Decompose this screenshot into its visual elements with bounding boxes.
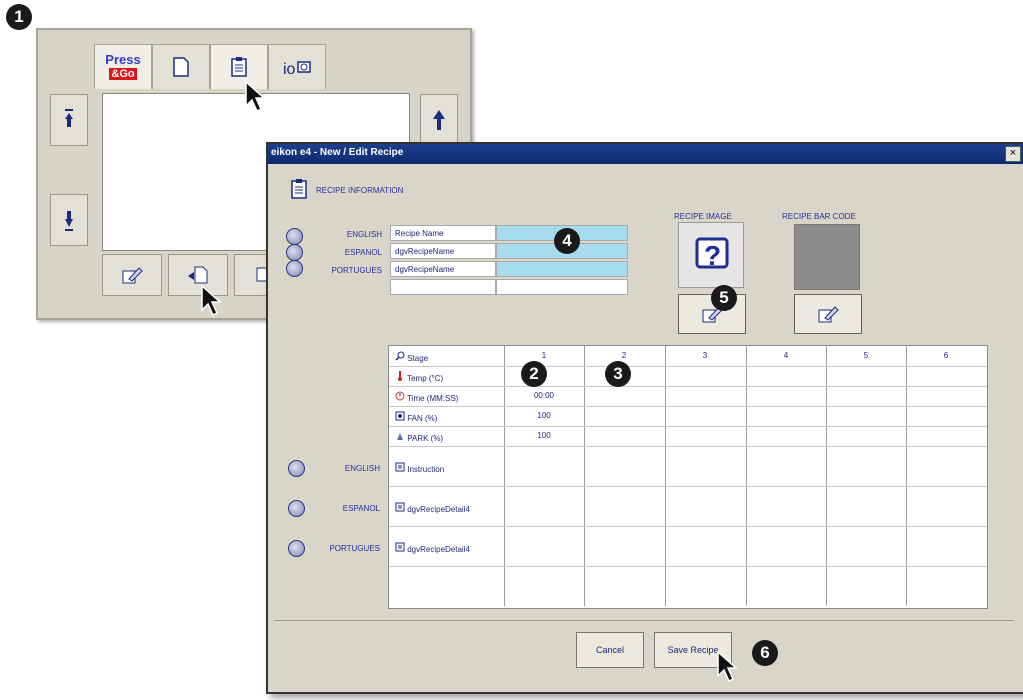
globe-icon[interactable] xyxy=(286,244,303,261)
recipe-image-label: RECIPE IMAGE xyxy=(674,212,732,221)
magnifier-icon xyxy=(395,351,405,361)
clipboard-icon xyxy=(231,57,247,77)
mouse-cursor-icon xyxy=(717,650,738,683)
section-title: RECIPE INFORMATION xyxy=(316,186,404,195)
detail-language-espanol: ESPANOL xyxy=(342,504,380,513)
note-icon xyxy=(395,542,405,552)
recipe-stage-grid: 1 2 3 4 5 6 Stage Temp (°C) Time (MM:SS)… xyxy=(388,345,988,609)
note-icon xyxy=(395,462,405,472)
globe-icon[interactable] xyxy=(286,228,303,245)
cancel-button[interactable]: Cancel xyxy=(576,632,644,668)
callout-5-badge: 5 xyxy=(711,285,737,311)
detail-language-portugues: PORTUGUES xyxy=(329,544,380,553)
column-header: 1 xyxy=(541,351,547,360)
detail-language-english: ENGLISH xyxy=(344,464,380,473)
clipboard-icon xyxy=(291,179,307,199)
column-header: 6 xyxy=(943,351,949,360)
move-top-button[interactable] xyxy=(50,94,88,146)
recipe-barcode-label: RECIPE BAR CODE xyxy=(782,212,856,221)
move-to-bottom-icon xyxy=(65,211,73,231)
callout-1-badge: 1 xyxy=(6,4,32,30)
move-up-button[interactable] xyxy=(420,94,458,146)
tab-camera[interactable]: io xyxy=(268,44,326,89)
note-icon xyxy=(395,502,405,512)
press-go-logo: Press &Go xyxy=(105,52,141,80)
row-label-time: Time (MM:SS) xyxy=(395,391,458,403)
recipe-name-blank-extra[interactable] xyxy=(496,279,628,295)
recipe-image[interactable]: ? xyxy=(678,222,744,288)
recipe-name-english-input[interactable]: Recipe Name xyxy=(390,225,496,241)
clock-icon xyxy=(395,391,405,401)
title-bar: eikon e4 - New / Edit Recipe × xyxy=(268,144,1023,164)
new-recipe-icon xyxy=(188,266,208,284)
row-label-fan: FAN (%) xyxy=(395,411,437,423)
tab-page[interactable] xyxy=(152,44,210,89)
language-label-portugues: PORTUGUES xyxy=(331,266,382,275)
column-header: 4 xyxy=(783,351,789,360)
close-button[interactable]: × xyxy=(1005,146,1021,162)
arrow-up-icon xyxy=(433,110,445,130)
edit-recipe-button[interactable] xyxy=(102,254,162,296)
callout-4-badge: 4 xyxy=(554,228,580,254)
globe-icon[interactable] xyxy=(286,260,303,277)
mouse-cursor-icon xyxy=(245,80,266,113)
park-icon xyxy=(397,433,403,440)
detail-row-english: Instruction xyxy=(395,462,444,474)
edit-barcode-button[interactable] xyxy=(794,294,862,334)
language-label-espanol: ESPANOL xyxy=(344,248,382,257)
time-value-cell[interactable]: 00:00 xyxy=(504,391,584,400)
globe-icon[interactable] xyxy=(288,460,305,477)
svg-text:io: io xyxy=(283,61,296,78)
fan-icon xyxy=(395,411,405,421)
page-icon xyxy=(173,57,189,77)
row-label-temp: Temp (°C) xyxy=(395,371,443,383)
edit-recipe-dialog: eikon e4 - New / Edit Recipe × RECIPE IN… xyxy=(266,142,1023,694)
column-header: 3 xyxy=(702,351,708,360)
detail-row-espanol: dgvRecipeDetail4 xyxy=(395,502,470,514)
move-to-top-icon xyxy=(65,109,73,127)
recipe-name-espanol-input[interactable]: dgvRecipeName xyxy=(390,243,496,259)
callout-3-badge: 3 xyxy=(605,361,631,387)
row-label-stage: Stage xyxy=(395,351,428,363)
column-header: 5 xyxy=(863,351,869,360)
detail-row-portugues: dgvRecipeDetail4 xyxy=(395,542,470,554)
window-title: eikon e4 - New / Edit Recipe xyxy=(271,147,404,158)
fan-value-cell[interactable]: 100 xyxy=(504,411,584,420)
edit-icon xyxy=(818,306,839,323)
row-label-park: PARK (%) xyxy=(395,431,443,443)
mouse-cursor-icon xyxy=(201,284,222,317)
column-header: 2 xyxy=(621,351,627,360)
placeholder-image-icon: ? xyxy=(695,237,729,271)
globe-icon[interactable] xyxy=(288,540,305,557)
callout-6-badge: 6 xyxy=(752,640,778,666)
footer-divider xyxy=(274,620,1014,621)
recipe-name-blank-input[interactable] xyxy=(390,279,496,295)
io-camera-icon: io xyxy=(283,61,311,78)
callout-2-badge: 2 xyxy=(521,361,547,387)
svg-text:?: ? xyxy=(704,240,721,271)
edit-icon xyxy=(122,267,143,284)
move-bottom-button[interactable] xyxy=(50,194,88,246)
thermometer-icon xyxy=(398,371,402,381)
tab-press-go[interactable]: Press &Go xyxy=(94,44,152,89)
park-value-cell[interactable]: 100 xyxy=(504,431,584,440)
language-label-english: ENGLISH xyxy=(346,230,382,239)
recipe-name-portugues-extra[interactable] xyxy=(496,261,628,277)
globe-icon[interactable] xyxy=(288,500,305,517)
recipe-barcode-image[interactable] xyxy=(794,224,860,290)
recipe-name-portugues-input[interactable]: dgvRecipeName xyxy=(390,261,496,277)
